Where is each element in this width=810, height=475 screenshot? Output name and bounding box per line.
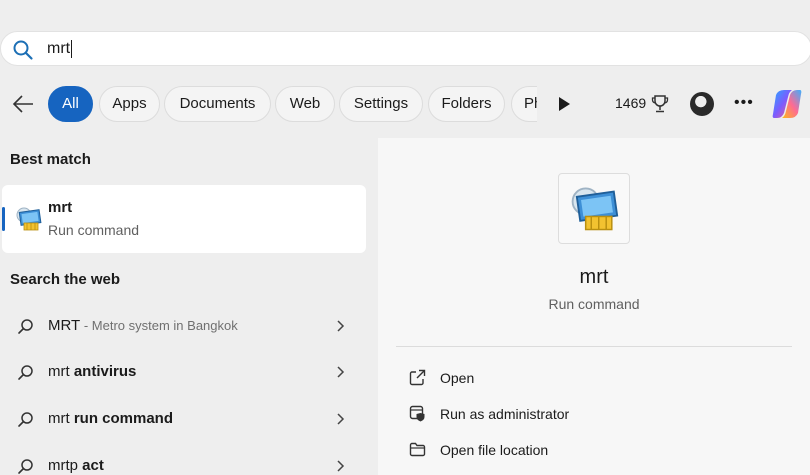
play-icon[interactable] [556,95,572,113]
chevron-right-icon [337,320,345,332]
best-match-heading: Best match [10,151,91,168]
web-result-item[interactable]: MRT - Metro system in Bangkok [0,306,366,346]
chevron-right-icon [337,460,345,472]
filter-bar: All Apps Documents Web Settings Folders … [0,82,810,126]
open-external-icon [409,369,426,386]
search-icon [13,40,33,60]
results-pane: Best match mrt Run command Search the we… [0,140,378,475]
text-caret [71,40,72,58]
web-result-text: mrtp act [48,457,104,474]
search-icon [18,365,33,380]
web-result-text: mrt antivirus [48,363,137,380]
divider [396,346,792,347]
chevron-right-icon [337,366,345,378]
filter-chips: All Apps Documents Web Settings Folders … [48,86,537,122]
open-file-location-action[interactable]: Open file location [406,435,786,465]
web-result-text: MRT - Metro system in Bangkok [48,317,238,334]
chip-settings[interactable]: Settings [339,86,423,122]
selection-indicator [2,207,5,231]
search-web-heading: Search the web [10,271,121,288]
back-arrow-icon[interactable] [10,91,38,117]
chip-apps[interactable]: Apps [99,86,160,122]
chevron-right-icon [337,413,345,425]
web-result-item[interactable]: mrtp act [0,446,366,475]
open-label: Open [440,370,475,386]
open-file-location-label: Open file location [440,442,549,458]
open-action[interactable]: Open [406,363,786,393]
best-match-title: mrt [48,199,73,216]
search-box[interactable] [0,31,810,66]
mrt-app-icon [16,207,42,231]
copilot-icon[interactable] [770,87,804,121]
preview-title: mrt [579,266,609,288]
rewards-points: 1469 [615,95,647,111]
preview-icon-frame [558,173,630,244]
web-result-text: mrt run command [48,410,174,427]
search-icon [18,412,33,427]
preview-subtitle: Run command [548,296,640,312]
search-input[interactable] [47,32,747,65]
chip-documents[interactable]: Documents [164,86,271,122]
run-as-admin-label: Run as administrator [440,406,570,422]
trophy-icon[interactable] [651,94,669,114]
chip-photos[interactable]: Photos [511,86,537,122]
web-result-item[interactable]: mrt antivirus [0,352,366,392]
best-match-subtitle: Run command [48,222,140,238]
web-result-item[interactable]: mrt run command [0,399,366,439]
folder-icon [409,442,426,457]
chip-all[interactable]: All [48,86,93,122]
chip-folders[interactable]: Folders [428,86,505,122]
mrt-app-icon [571,187,619,231]
user-avatar[interactable] [690,92,714,116]
best-match-item[interactable]: mrt Run command [2,185,366,253]
run-as-admin-action[interactable]: Run as administrator [406,399,786,429]
search-icon [18,459,33,474]
more-options-icon[interactable]: ••• [734,95,754,113]
chip-web[interactable]: Web [275,86,335,122]
preview-pane: mrt Run command Open Run as administrato… [378,138,810,475]
search-icon [18,319,33,334]
shield-icon [409,405,425,422]
